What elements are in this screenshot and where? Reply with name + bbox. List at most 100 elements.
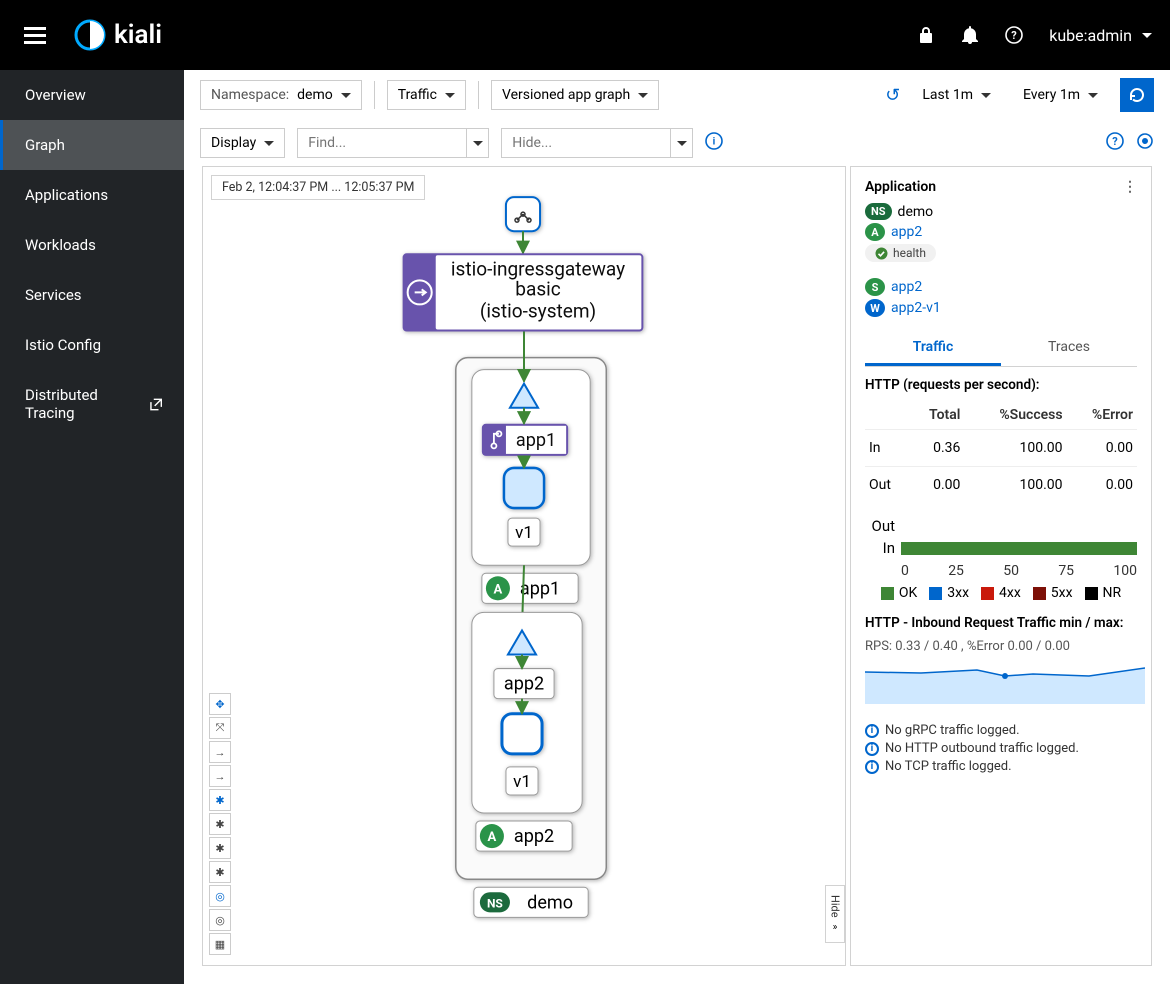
svg-text:A: A xyxy=(488,830,497,845)
chevron-down-icon xyxy=(677,141,687,146)
separator xyxy=(478,81,479,109)
display-dropdown[interactable]: Display xyxy=(200,128,285,158)
legend-label: 4xx xyxy=(999,585,1021,601)
fit-button[interactable]: ⤧ xyxy=(209,717,231,739)
drag-mode-button[interactable]: ✥ xyxy=(209,693,231,715)
graph-toolbar-primary: Namespace: demo Traffic Versioned app gr… xyxy=(184,70,1170,120)
tab-traces[interactable]: Traces xyxy=(1001,331,1137,366)
graph-layout-3-button[interactable]: ✱ xyxy=(209,861,231,883)
sidebar-item-applications[interactable]: Applications xyxy=(0,170,184,220)
legend-label: OK xyxy=(899,585,917,601)
sidebar-item-services[interactable]: Services xyxy=(0,270,184,320)
traffic-dropdown[interactable]: Traffic xyxy=(387,80,466,110)
namespace-badge-icon: NS xyxy=(865,203,892,220)
th-total: Total xyxy=(908,401,964,430)
chevron-right-icon: » xyxy=(833,922,838,933)
bell-icon[interactable] xyxy=(961,26,979,44)
hide-input[interactable] xyxy=(501,128,671,158)
panel-title: Application xyxy=(865,179,936,195)
svg-text:basic: basic xyxy=(515,277,561,300)
traffic-table: Total %Success %Error In 0.36 100.00 0.0… xyxy=(865,401,1137,503)
th-error: %Error xyxy=(1067,401,1137,430)
user-menu[interactable]: kube:admin xyxy=(1049,26,1152,45)
time-range-label: Last 1m xyxy=(922,87,973,103)
hide-panel-label: Hide xyxy=(829,895,842,918)
help-icon[interactable]: ? xyxy=(1005,26,1023,44)
axis-tick: 25 xyxy=(948,563,964,579)
cell-error: 0.00 xyxy=(1067,430,1137,467)
cell-total: 0.36 xyxy=(908,430,964,467)
hide-dropdown-toggle[interactable] xyxy=(671,128,693,158)
graph-type-dropdown[interactable]: Versioned app graph xyxy=(491,80,659,110)
brand-text: kiali xyxy=(114,20,162,50)
find-dropdown-toggle[interactable] xyxy=(467,128,489,158)
svg-text:?: ? xyxy=(1112,135,1118,148)
bar-label-out: Out xyxy=(865,517,895,535)
info-icon: i xyxy=(865,742,879,756)
service-link[interactable]: app2 xyxy=(891,279,922,295)
lock-icon[interactable] xyxy=(917,26,935,44)
workload-badge-icon: W xyxy=(865,299,885,317)
hide-panel-toggle[interactable]: Hide » xyxy=(825,885,845,943)
sidebar-item-istio-config[interactable]: Istio Config xyxy=(0,320,184,370)
layout-2-button[interactable]: → xyxy=(209,765,231,787)
graph-canvas[interactable]: Feb 2, 12:04:37 PM ... 12:05:37 PM xyxy=(202,166,846,966)
traffic-label: Traffic xyxy=(398,87,437,103)
inbound-sparkline xyxy=(865,664,1145,704)
service-badge-icon: S xyxy=(865,278,885,296)
refresh-button[interactable] xyxy=(1120,78,1154,112)
layout-1-button[interactable]: → xyxy=(209,741,231,763)
chart-legend: OK 3xx 4xx 5xx NR xyxy=(865,585,1137,601)
svg-text:app1: app1 xyxy=(520,578,560,599)
legend-swatch xyxy=(929,587,942,600)
namespace-layout-2-button[interactable]: ◎ xyxy=(209,909,231,931)
panel-tabs: Traffic Traces xyxy=(865,331,1137,367)
svg-text:v1: v1 xyxy=(513,772,531,792)
cell-direction: In xyxy=(865,430,908,467)
namespace-layout-1-button[interactable]: ◎ xyxy=(209,885,231,907)
graph-tour-icon[interactable] xyxy=(1136,132,1154,154)
namespace-value: demo xyxy=(297,87,333,103)
sidebar-item-label: Overview xyxy=(25,86,86,104)
namespace-name: demo xyxy=(898,204,934,220)
sidebar-item-distributed-tracing[interactable]: Distributed Tracing xyxy=(0,370,184,438)
axis-tick: 75 xyxy=(1058,563,1074,579)
graph-layout-1-button[interactable]: ✱ xyxy=(209,813,231,835)
hide-input-group xyxy=(501,128,693,158)
graph-layout-default-button[interactable]: ✱ xyxy=(209,789,231,811)
find-hide-help-icon[interactable]: i xyxy=(705,132,723,154)
find-input[interactable] xyxy=(297,128,467,158)
chevron-down-icon xyxy=(445,93,455,98)
namespace-dropdown[interactable]: Namespace: demo xyxy=(200,80,362,110)
legend-button[interactable]: ▦ xyxy=(209,933,231,955)
sidebar-item-workloads[interactable]: Workloads xyxy=(0,220,184,270)
svg-text:app2: app2 xyxy=(504,674,544,695)
display-label: Display xyxy=(211,135,256,151)
application-link[interactable]: app2 xyxy=(891,224,922,240)
details-panel: Application ⋮ NSdemo Aapp2 health Sapp2 … xyxy=(850,166,1152,966)
cell-error: 0.00 xyxy=(1067,467,1137,504)
svg-text:(istio-system): (istio-system) xyxy=(480,299,596,322)
hamburger-menu[interactable] xyxy=(18,17,52,54)
info-icon: i xyxy=(865,724,879,738)
graph-layout-2-button[interactable]: ✱ xyxy=(209,837,231,859)
cell-success: 100.00 xyxy=(964,467,1066,504)
chevron-down-icon xyxy=(473,141,483,146)
tab-traffic[interactable]: Traffic xyxy=(865,331,1001,366)
legend-label: 3xx xyxy=(947,585,969,601)
replay-icon[interactable]: ↺ xyxy=(885,85,900,106)
panel-actions-kebab[interactable]: ⋮ xyxy=(1123,179,1137,195)
workload-link[interactable]: app2-v1 xyxy=(891,300,941,316)
graph-help-icon[interactable]: ? xyxy=(1106,132,1124,154)
traffic-notes: iNo gRPC traffic logged. iNo HTTP outbou… xyxy=(865,723,1137,774)
refresh-interval-dropdown[interactable]: Every 1m xyxy=(1013,81,1108,109)
sidebar-item-overview[interactable]: Overview xyxy=(0,70,184,120)
cell-direction: Out xyxy=(865,467,908,504)
graph-svg: istio-ingressgateway basic (istio-system… xyxy=(203,167,845,959)
chevron-down-icon xyxy=(264,141,274,146)
time-range-dropdown[interactable]: Last 1m xyxy=(912,81,1001,109)
sidebar-item-graph[interactable]: Graph xyxy=(0,120,184,170)
brand-logo[interactable]: kiali xyxy=(72,17,162,53)
legend-swatch xyxy=(881,587,894,600)
svg-text:v1: v1 xyxy=(515,523,533,543)
